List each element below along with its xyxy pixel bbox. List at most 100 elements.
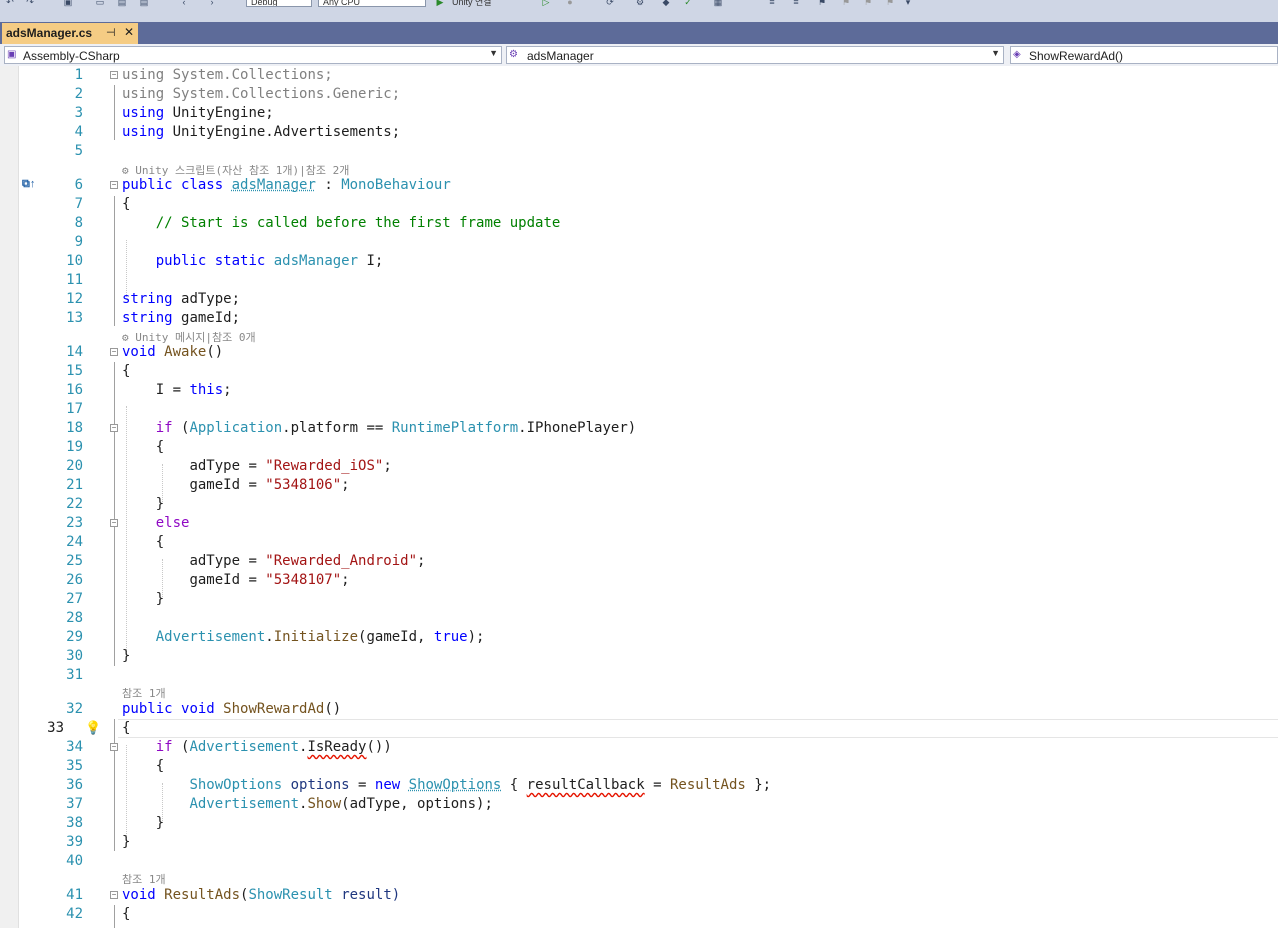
line-number: 5 [74, 143, 83, 159]
code-line[interactable]: 30 } [0, 647, 1278, 666]
code-line[interactable]: 40 [0, 852, 1278, 871]
codelens-class-references[interactable]: ⚙ Unity 스크립트(자산 참조 1개)|참조 2개 [122, 162, 349, 177]
code-line[interactable]: 18 − if (Application.platform == Runtime… [0, 419, 1278, 438]
code-line[interactable]: 3 using UnityEngine; [0, 104, 1278, 123]
open-folder-icon[interactable]: ▭ [94, 0, 106, 7]
code-line[interactable]: 28 [0, 609, 1278, 628]
code-text: gameId = "5348106"; [189, 477, 350, 493]
collapse-icon[interactable]: − [110, 71, 118, 79]
code-line[interactable]: 37 Advertisement.Show(adType, options); [0, 795, 1278, 814]
undo-icon[interactable]: ↶ [4, 0, 16, 7]
hot-reload-icon[interactable]: ⟳ [604, 0, 616, 7]
collapse-icon[interactable]: − [110, 348, 118, 356]
layout-icon[interactable]: ▦ [712, 0, 724, 7]
code-line[interactable]: 1 − using System.Collections; [0, 66, 1278, 85]
next-bookmark-icon[interactable]: ⚑ [862, 0, 874, 7]
code-line[interactable]: 22 } [0, 495, 1278, 514]
prev-bookmark-icon[interactable]: ⚑ [840, 0, 852, 7]
configuration-select[interactable]: Debug [246, 0, 312, 7]
code-line[interactable]: 34 − if (Advertisement.IsReady()) [0, 738, 1278, 757]
code-line[interactable]: 24 { [0, 533, 1278, 552]
save-icon[interactable]: ▤ [116, 0, 128, 7]
line-number: 33 [47, 720, 64, 736]
line-number: 40 [66, 853, 83, 869]
code-line[interactable]: 5 [0, 142, 1278, 161]
code-line[interactable]: 19 { [0, 438, 1278, 457]
check-icon[interactable]: ✓ [682, 0, 694, 7]
code-line[interactable]: 26 gameId = "5348107"; [0, 571, 1278, 590]
code-line[interactable]: 17 [0, 400, 1278, 419]
code-line[interactable]: 39 } [0, 833, 1278, 852]
tab-adsmanager[interactable]: adsManager.cs ⊣ ✕ [2, 23, 138, 44]
bookmark-icon[interactable]: ⚑ [816, 0, 828, 7]
run-button[interactable]: Unity 연결 [448, 0, 528, 7]
code-line-current[interactable]: 33 { [0, 719, 1278, 738]
save-all-icon[interactable]: ▤ [138, 0, 150, 7]
line-number: 28 [66, 610, 83, 626]
code-text: // Start is called before the first fram… [155, 215, 561, 231]
code-line[interactable]: 29 Advertisement.Initialize(gameId, true… [0, 628, 1278, 647]
member-dropdown[interactable]: ◈ ShowRewardAd() [1010, 46, 1278, 64]
code-line[interactable]: 10 public static adsManager I; [0, 252, 1278, 271]
code-text: { [122, 363, 131, 379]
collapse-icon[interactable]: − [110, 519, 118, 527]
codelens-resultads-references[interactable]: 참조 1개 [122, 871, 166, 886]
codelens-awake-references[interactable]: ⚙ Unity 메시지|참조 0개 [122, 329, 256, 344]
uncomment-icon[interactable]: ≡ [790, 0, 802, 7]
line-number: 4 [74, 124, 83, 140]
code-line[interactable]: 42 { [0, 905, 1278, 924]
collapse-icon[interactable]: − [110, 181, 118, 189]
line-number: 14 [66, 344, 83, 360]
breakpoint-icon[interactable]: ◆ [660, 0, 672, 7]
line-number: 16 [66, 382, 83, 398]
new-file-icon[interactable]: ▣ [62, 0, 74, 7]
code-line[interactable]: 15 { [0, 362, 1278, 381]
forward-icon[interactable]: › [206, 0, 218, 7]
code-line[interactable]: 23 − else [0, 514, 1278, 533]
code-line[interactable]: 14 − void Awake() [0, 343, 1278, 362]
play-icon[interactable]: ▶ [434, 0, 446, 7]
code-line[interactable]: 13 string gameId; [0, 309, 1278, 328]
close-icon[interactable]: ✕ [124, 25, 134, 39]
code-line[interactable]: 12 string adType; [0, 290, 1278, 309]
toolbar-overflow-icon[interactable]: ▾ [902, 0, 914, 7]
code-line[interactable]: 21 gameId = "5348106"; [0, 476, 1278, 495]
code-line[interactable]: 38 } [0, 814, 1278, 833]
project-dropdown[interactable]: ▣ Assembly-CSharp ▼ [4, 46, 502, 64]
codelens-showrewardad-references[interactable]: 참조 1개 [122, 685, 166, 700]
code-line[interactable]: 27 } [0, 590, 1278, 609]
type-dropdown[interactable]: ⚙ adsManager ▼ [506, 46, 1004, 64]
platform-select[interactable]: Any CPU [318, 0, 426, 7]
line-number: 32 [66, 701, 83, 717]
code-line[interactable]: 20 adType = "Rewarded_iOS"; [0, 457, 1278, 476]
code-line[interactable]: 32 public void ShowRewardAd() [0, 700, 1278, 719]
code-line[interactable]: 7 { [0, 195, 1278, 214]
code-line[interactable]: 6 − public class adsManager : MonoBehavi… [0, 176, 1278, 195]
collapse-icon[interactable]: − [110, 891, 118, 899]
code-line[interactable]: 11 [0, 271, 1278, 290]
redo-icon[interactable]: ↷ [24, 0, 36, 7]
code-line[interactable]: 16 I = this; [0, 381, 1278, 400]
code-line[interactable]: 25 adType = "Rewarded_Android"; [0, 552, 1278, 571]
start-without-debug-icon[interactable]: ▷ [540, 0, 552, 7]
code-line[interactable]: 4 using UnityEngine.Advertisements; [0, 123, 1278, 142]
code-line[interactable]: 31 [0, 666, 1278, 685]
clear-bookmark-icon[interactable]: ⚑ [884, 0, 896, 7]
collapse-icon[interactable]: − [110, 424, 118, 432]
collapse-icon[interactable]: − [110, 743, 118, 751]
code-line[interactable]: 36 ShowOptions options = new ShowOptions… [0, 776, 1278, 795]
attach-icon[interactable]: ⚙ [634, 0, 646, 7]
line-number: 29 [66, 629, 83, 645]
pin-icon[interactable]: ⊣ [106, 26, 116, 39]
stop-icon[interactable]: ● [564, 0, 576, 7]
code-line[interactable]: 9 [0, 233, 1278, 252]
back-icon[interactable]: ‹ [178, 0, 190, 7]
code-line[interactable]: 2 using System.Collections.Generic; [0, 85, 1278, 104]
code-line[interactable]: 35 { [0, 757, 1278, 776]
code-line[interactable]: 41 − void ResultAds(ShowResult result) [0, 886, 1278, 905]
line-number: 25 [66, 553, 83, 569]
line-number: 13 [66, 310, 83, 326]
code-text: } [122, 648, 131, 664]
code-line[interactable]: 8 // Start is called before the first fr… [0, 214, 1278, 233]
comment-icon[interactable]: ≡ [766, 0, 778, 7]
